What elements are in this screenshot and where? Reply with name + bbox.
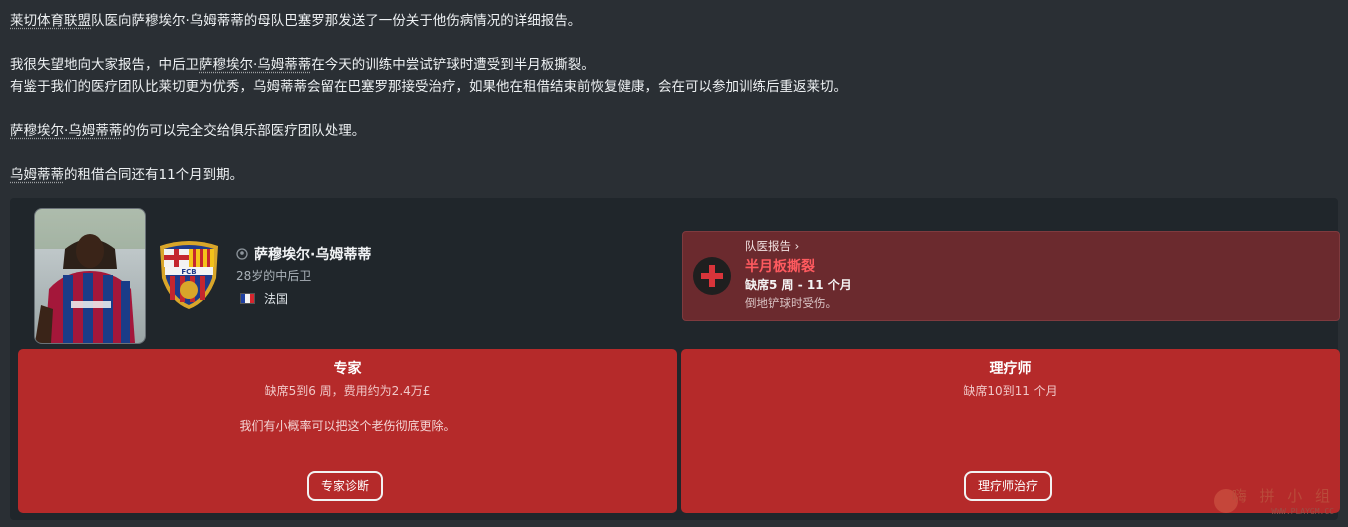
message-line-3: 有鉴于我们的医疗团队比莱切更为优秀，乌姆蒂蒂会留在巴塞罗那接受治疗，如果他在租借…: [10, 79, 847, 95]
player-photo[interactable]: [34, 208, 146, 344]
option-note: 我们有小概率可以把这个老伤彻底更除。: [239, 419, 456, 433]
physio-treatment-button[interactable]: 理疗师治疗: [964, 471, 1053, 501]
message-text: 我很失望地向大家报告，中后卫: [10, 57, 199, 73]
svg-text:FCB: FCB: [181, 268, 196, 276]
watermark-site: WWW.PLAYGM.CC: [1271, 507, 1334, 516]
medical-cross-icon: [693, 257, 731, 295]
person-icon: [236, 248, 248, 260]
player-name-label: 萨穆埃尔·乌姆蒂蒂: [254, 247, 372, 263]
option-subtitle: 缺席10到11 个月: [963, 384, 1058, 398]
message-line-2: 我很失望地向大家报告，中后卫萨穆埃尔·乌姆蒂蒂在今天的训练中尝试铲球时遭受到半月…: [10, 54, 1330, 76]
injury-description: 倒地铲球时受伤。: [745, 296, 837, 310]
message-text: 在今天的训练中尝试铲球时遭受到半月板撕裂。: [311, 57, 595, 73]
club-crest[interactable]: FCB: [156, 238, 222, 310]
option-subtitle: 缺席5到6 周，费用约为2.4万£: [264, 384, 431, 398]
message-text: 队医向萨穆埃尔·乌姆蒂蒂的母队巴塞罗那发送了一份关于他伤病情况的详细报告。: [91, 13, 582, 29]
club-link[interactable]: 莱切体育联盟: [10, 13, 91, 29]
injury-absence: 缺席5 周 - 11 个月: [745, 278, 852, 292]
option-title: 理疗师: [989, 361, 1032, 377]
player-nationality[interactable]: 法国: [240, 290, 288, 307]
player-link[interactable]: 乌姆蒂蒂: [10, 167, 64, 183]
medical-report-link[interactable]: 队医报告 ›: [745, 238, 799, 254]
injury-name: 半月板撕裂: [745, 259, 815, 275]
option-title: 专家: [333, 361, 362, 377]
message-text: 的租借合同还有11个月到期。: [64, 167, 244, 183]
france-flag-icon: [240, 293, 255, 304]
player-name[interactable]: 萨穆埃尔·乌姆蒂蒂: [236, 244, 371, 264]
news-message: 莱切体育联盟队医向萨穆埃尔·乌姆蒂蒂的母队巴塞罗那发送了一份关于他伤病情况的详细…: [10, 10, 1330, 186]
message-line-4: 萨穆埃尔·乌姆蒂蒂的伤可以完全交给俱乐部医疗团队处理。: [10, 120, 1330, 142]
player-link[interactable]: 萨穆埃尔·乌姆蒂蒂: [10, 123, 122, 139]
player-link[interactable]: 萨穆埃尔·乌姆蒂蒂: [199, 57, 311, 73]
nationality-label: 法国: [264, 292, 289, 306]
message-line-5: 乌姆蒂蒂的租借合同还有11个月到期。: [10, 164, 1330, 186]
watermark-title: 嗨 拼 小 组: [1231, 487, 1334, 505]
specialist-diagnosis-button[interactable]: 专家诊断: [307, 471, 384, 501]
specialist-option-card: 专家 缺席5到6 周，费用约为2.4万£ 我们有小概率可以把这个老伤彻底更除。 …: [18, 349, 677, 513]
medical-report-box: 队医报告 › 半月板撕裂 缺席5 周 - 11 个月 倒地铲球时受伤。: [682, 231, 1340, 321]
injury-panel: FCB 萨穆埃尔·乌姆蒂蒂 28岁的中后卫 法国 队医报告 › 半月板撕裂 缺席…: [10, 198, 1340, 520]
message-line-1: 莱切体育联盟队医向萨穆埃尔·乌姆蒂蒂的母队巴塞罗那发送了一份关于他伤病情况的详细…: [10, 10, 1330, 32]
message-text: 的伤可以完全交给俱乐部医疗团队处理。: [122, 123, 366, 139]
player-age-position: 28岁的中后卫: [236, 269, 312, 283]
watermark: 嗨 拼 小 组 WWW.PLAYGM.CC: [1214, 485, 1334, 519]
